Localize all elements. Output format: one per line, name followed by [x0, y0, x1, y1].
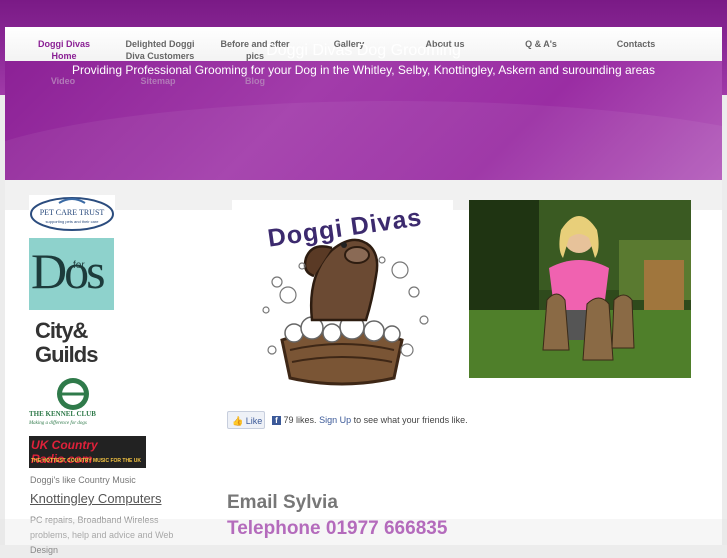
facebook-friends-text: to see what your friends like. [353, 415, 468, 425]
kennel-club-tagline: Making a difference for dogs [29, 421, 87, 426]
kennel-club-logo[interactable]: THE KENNEL CLUB Making a difference for … [29, 376, 117, 432]
owner-with-dogs-photo [469, 200, 691, 378]
like-label: Like [245, 416, 263, 426]
thumbs-up-icon: 👍 [232, 416, 244, 426]
doggi-divas-logo: Doggi Divas [232, 200, 453, 390]
uk-country-radio-logo[interactable]: UK Country Radio.com THE HOTTEST COUNTRY… [29, 436, 146, 468]
hero-subtitle: Providing Professional Grooming for your… [72, 63, 655, 77]
likes-count: 79 likes. [283, 415, 317, 425]
dogs-for-logo-main: Dos [31, 243, 106, 299]
facebook-icon: f [272, 416, 281, 426]
footer-strip [0, 519, 727, 545]
kennel-club-name: THE KENNEL CLUB [29, 410, 96, 418]
facebook-likes-line: f 79 likes. Sign Up to see what your fri… [272, 415, 468, 426]
pet-care-trust-tagline: supporting pets and their care [45, 219, 99, 224]
knottingley-computers-link[interactable]: Knottingley Computers [30, 491, 162, 506]
pet-care-trust-logo[interactable]: PET CARE TRUST supporting pets and their… [29, 195, 115, 233]
hero-banner [5, 61, 722, 180]
pet-care-trust-name: PET CARE TRUST [39, 208, 105, 217]
city-guilds-line1: City& [35, 318, 88, 343]
dogs-for-logo-small: for [73, 260, 85, 271]
uk-country-radio-tagline: THE HOTTEST COUNTRY MUSIC FOR THE UK [31, 458, 141, 464]
hero-title: Doggi Divas Dog Grooming [266, 42, 461, 59]
email-sylvia-link[interactable]: Email Sylvia [227, 492, 338, 514]
facebook-signup-link[interactable]: Sign Up [319, 415, 351, 425]
sidebar-caption: Doggi's like Country Music [30, 475, 136, 485]
dogs-for-logo[interactable]: Dos for [29, 238, 114, 310]
city-guilds-line2: Guilds [35, 342, 98, 367]
city-guilds-logo[interactable]: City& Guilds [29, 318, 114, 370]
facebook-like-button[interactable]: 👍 Like [227, 411, 265, 429]
